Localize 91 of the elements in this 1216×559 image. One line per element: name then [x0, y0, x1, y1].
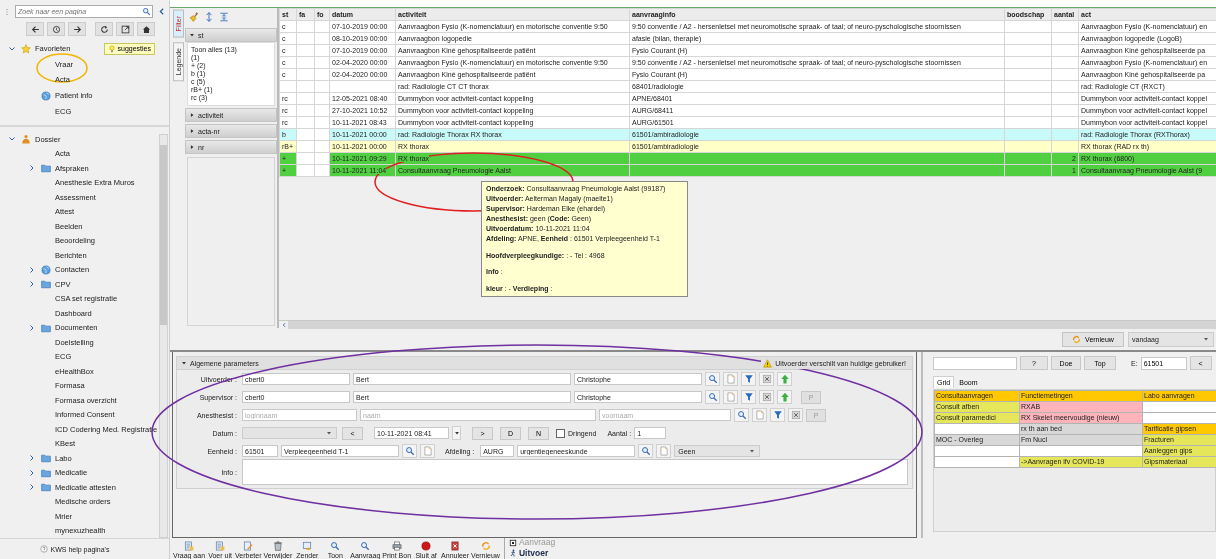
caret-icon — [748, 447, 757, 455]
note-icon — [658, 446, 669, 456]
note-icon — [725, 374, 736, 384]
expand-icon — [204, 12, 214, 22]
warning-icon — [763, 358, 773, 368]
popout-button[interactable] — [116, 22, 134, 36]
cancel-icon — [450, 541, 461, 551]
send-icon — [302, 541, 313, 551]
grip-icon — [3, 7, 11, 16]
back-arrow-icon — [30, 24, 40, 34]
funnel-icon — [743, 374, 754, 384]
caret-icon — [325, 429, 333, 437]
move-up-button[interactable] — [777, 372, 792, 386]
search-icon — [707, 374, 718, 384]
forward-button[interactable] — [68, 22, 86, 36]
mode-option[interactable]: Uitvoer — [508, 548, 556, 558]
clear-icon — [761, 392, 772, 402]
home-icon — [141, 24, 151, 34]
search-icon — [142, 7, 151, 16]
popout-icon — [120, 24, 130, 34]
search-icon — [330, 541, 341, 551]
triangle-icon — [453, 430, 460, 436]
dropdown-button[interactable] — [452, 426, 461, 440]
funnel-icon — [743, 392, 754, 402]
search-button[interactable] — [705, 390, 720, 404]
folder-icon — [41, 322, 51, 333]
globe-icon — [41, 90, 51, 101]
folder-icon — [41, 482, 51, 493]
runner-icon — [508, 549, 517, 558]
search-button[interactable] — [705, 372, 720, 386]
form-icon — [215, 541, 226, 551]
folder-icon — [41, 467, 51, 478]
search-icon — [640, 446, 651, 456]
clock-icon — [51, 24, 61, 34]
horizontal-scrollbar[interactable] — [279, 320, 1216, 329]
funnel-icon — [772, 410, 783, 420]
refresh-icon — [1072, 334, 1082, 344]
search-icon — [404, 446, 415, 456]
edit-form-icon — [243, 541, 254, 551]
search-button[interactable] — [638, 444, 654, 458]
form-icon — [184, 541, 194, 551]
clear-icon — [790, 410, 801, 420]
folder-icon — [41, 163, 51, 174]
scroll-left-icon — [280, 322, 287, 328]
search-button[interactable] — [734, 408, 749, 422]
globe-icon — [41, 264, 51, 275]
filter-button[interactable] — [770, 408, 785, 422]
search-icon — [360, 541, 371, 551]
filter-button[interactable] — [741, 390, 756, 404]
up-arrow-icon — [779, 392, 790, 402]
history-button[interactable] — [47, 22, 65, 36]
clear-button[interactable] — [759, 390, 774, 404]
trash-icon — [272, 541, 283, 551]
clear-icon — [761, 374, 772, 384]
clear-button[interactable] — [788, 408, 803, 422]
search-icon — [736, 410, 747, 420]
caret-icon — [1202, 335, 1210, 343]
note-icon — [754, 410, 765, 420]
checkbox[interactable] — [556, 428, 565, 438]
reload-button[interactable] — [95, 22, 113, 36]
star-icon — [21, 43, 31, 54]
home-button[interactable] — [137, 22, 155, 36]
printer-icon — [391, 541, 402, 551]
up-arrow-icon — [779, 374, 790, 384]
move-up-button[interactable] — [777, 390, 792, 404]
search-field[interactable] — [933, 356, 1017, 370]
note-icon — [725, 392, 736, 402]
vertical-scrollbar[interactable] — [159, 133, 168, 538]
folder-icon — [41, 279, 51, 290]
mode-label: Aanvraag — [518, 538, 556, 548]
clear-button[interactable] — [759, 372, 774, 386]
forward-arrow-icon — [72, 24, 82, 34]
collapse-icon — [219, 12, 229, 22]
info-field[interactable] — [242, 459, 908, 485]
reload-icon — [99, 24, 109, 34]
back-button[interactable] — [26, 22, 44, 36]
filter-button[interactable] — [741, 372, 756, 386]
note-icon — [422, 446, 433, 456]
square-icon — [508, 538, 517, 547]
search-button[interactable] — [402, 444, 417, 458]
stop-icon — [421, 541, 432, 551]
person-icon — [21, 134, 31, 145]
broom-icon — [189, 12, 199, 22]
mode-label: Uitvoer — [518, 548, 549, 558]
help-icon — [39, 545, 48, 553]
lightbulb-icon — [107, 44, 116, 53]
search-icon — [707, 392, 718, 402]
refresh-icon — [480, 541, 491, 551]
annotation-ellipse — [36, 52, 88, 83]
folder-icon — [41, 453, 51, 464]
collapse-icon — [157, 7, 166, 16]
